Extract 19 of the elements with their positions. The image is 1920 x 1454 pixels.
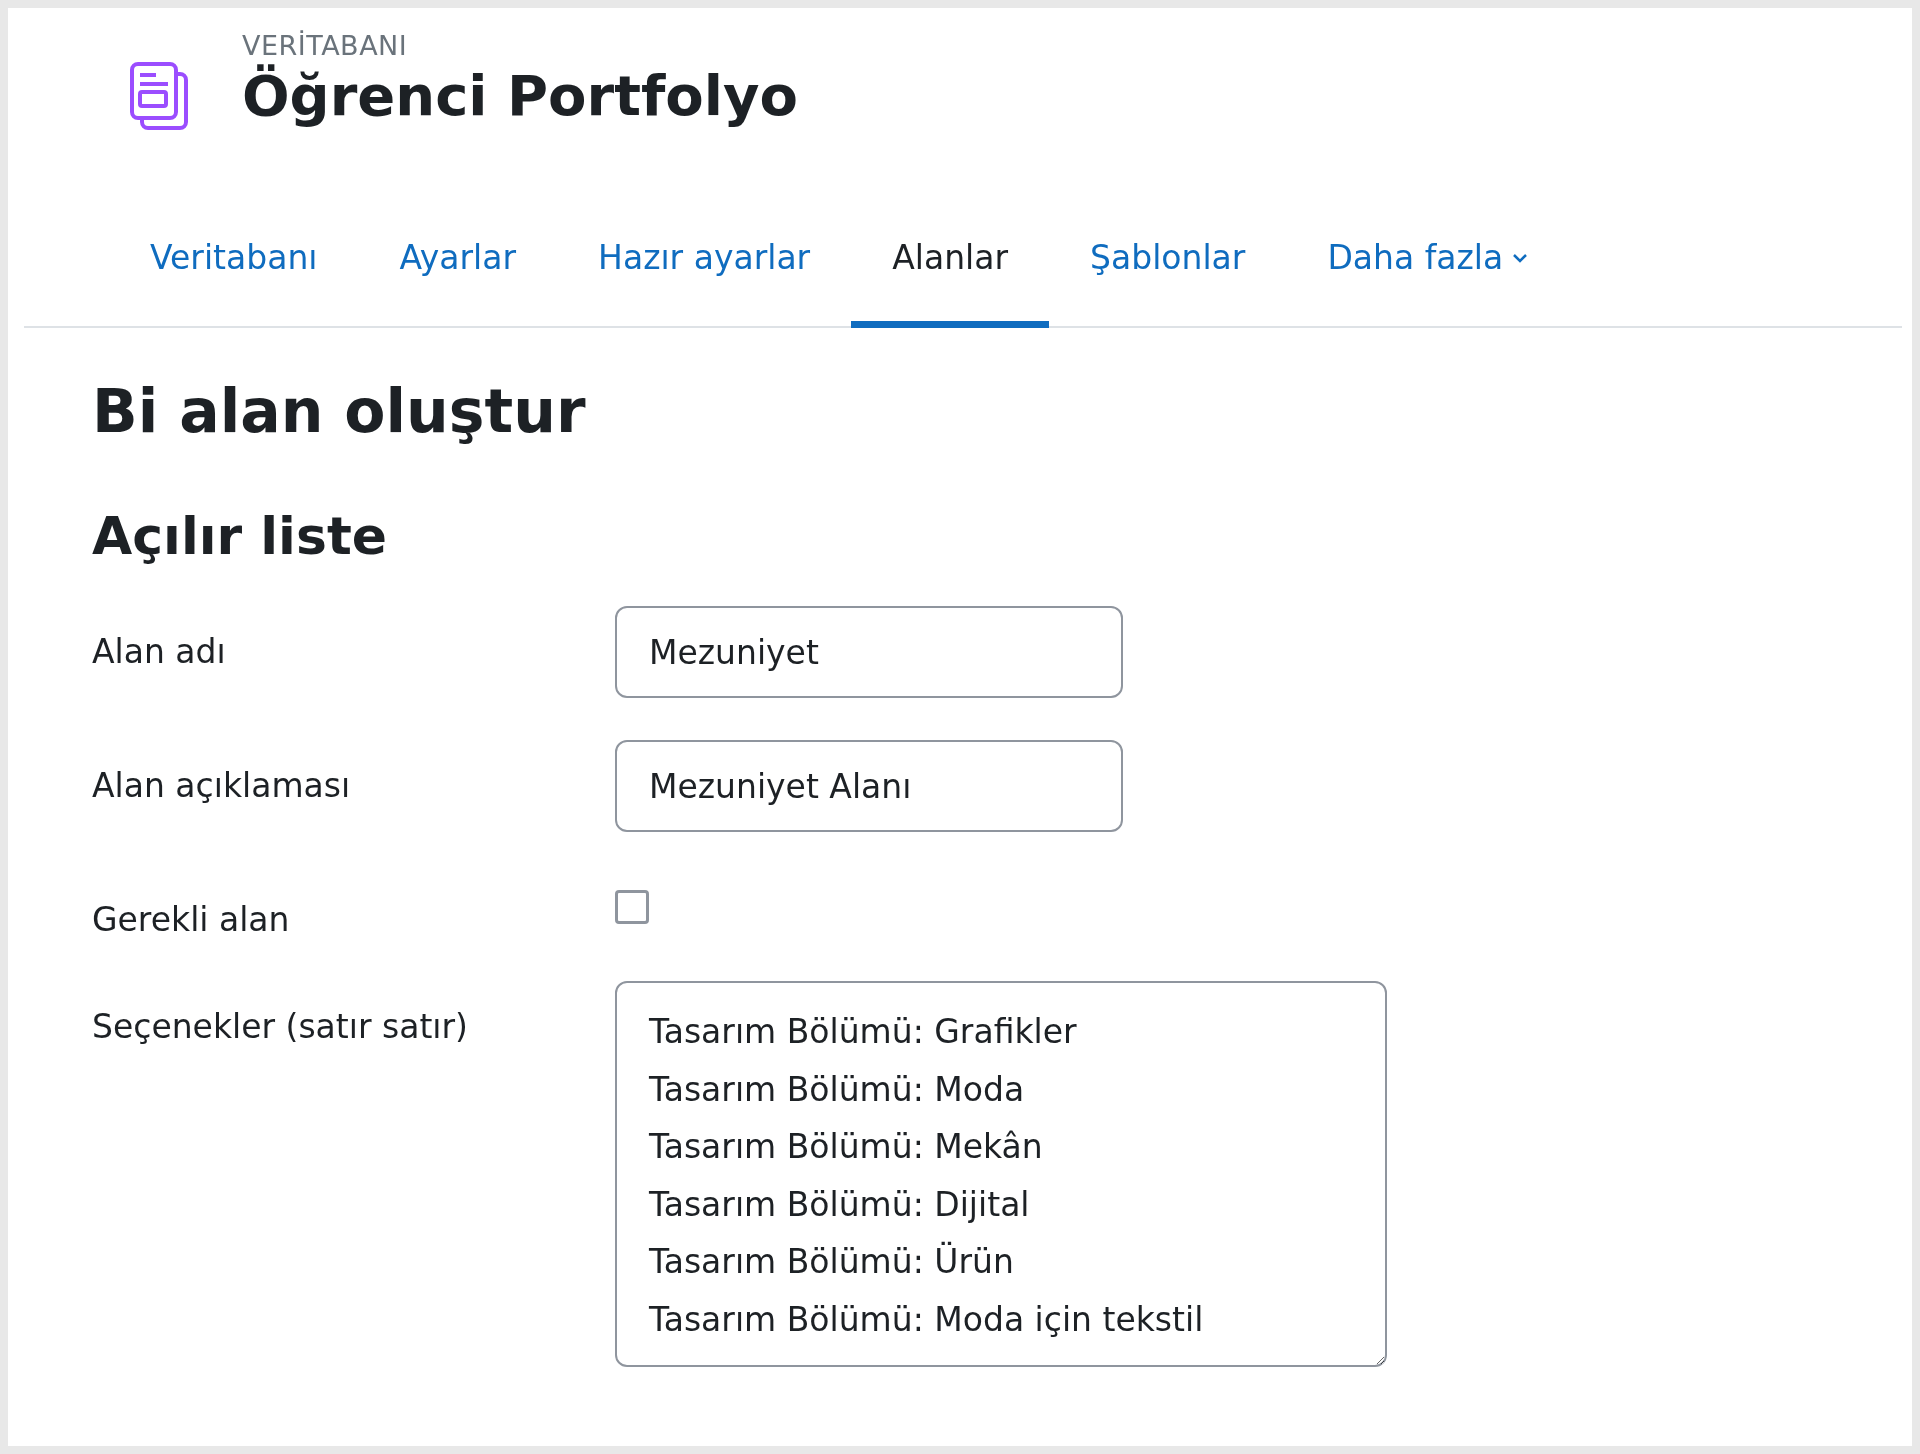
page-title: Öğrenci Portfolyo [242, 63, 798, 128]
database-icon [128, 60, 190, 132]
field-label: Seçenekler (satır satır) [92, 1006, 469, 1046]
text-field[interactable]: Mezuniyet [615, 606, 1123, 698]
field-label: Alan açıklaması [92, 765, 352, 805]
page-heading: Bi alan oluştur [92, 376, 587, 446]
nav-tab[interactable]: Alanlar [851, 190, 1050, 328]
field-label: Alan adı [92, 631, 227, 671]
nav-tab[interactable]: Daha fazla [1286, 190, 1571, 328]
nav-tab[interactable]: Şablonlar [1049, 190, 1287, 328]
nav-tab[interactable]: Ayarlar [358, 190, 558, 328]
header-overline: VERİTABANI [242, 30, 409, 61]
nav-tab[interactable]: Hazır ayarlar [557, 190, 852, 328]
section-heading: Açılır liste [92, 506, 388, 566]
nav-tab[interactable]: Veritabanı [109, 190, 359, 328]
options-textarea[interactable]: Tasarım Bölümü: Grafikler Tasarım Bölümü: Moda Tasarım Bölümü: Mekân Tasarım Bölümü: Dijital Tasarım Bölümü: Ürün Tasarım Bölümü: Moda için tekstil [615, 981, 1387, 1367]
field-label: Gerekli alan [92, 899, 291, 939]
text-field[interactable]: Mezuniyet Alanı [615, 740, 1123, 832]
checkbox[interactable] [615, 890, 649, 924]
